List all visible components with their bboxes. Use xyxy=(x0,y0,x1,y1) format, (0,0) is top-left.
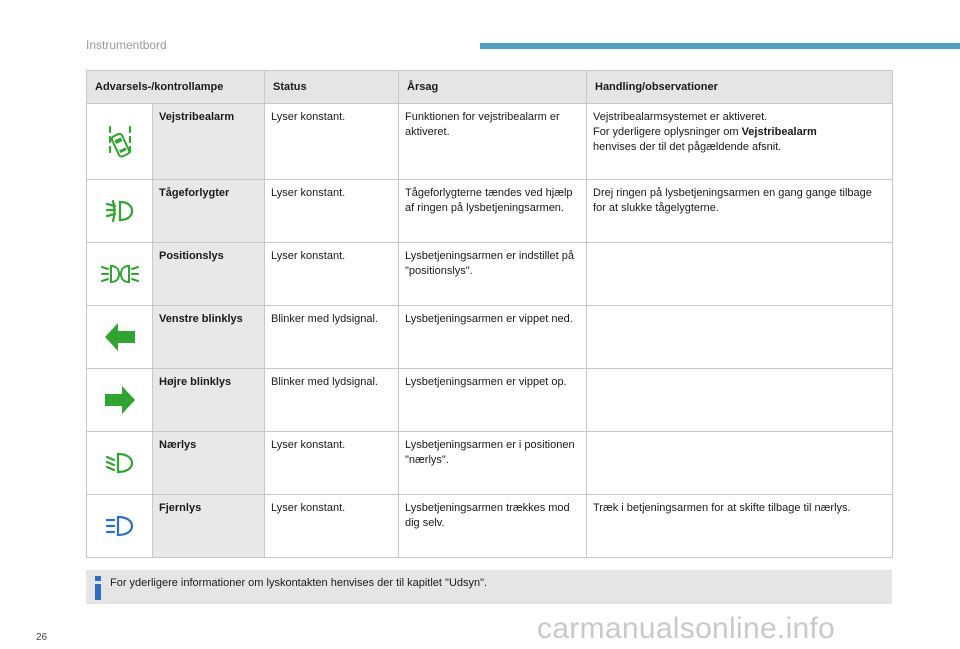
table-row: Fjernlys Lyser konstant. Lysbetjeningsar… xyxy=(86,494,893,558)
lamp-cause: Lysbetjeningsarmen trækkes mod dig selv. xyxy=(398,494,587,558)
column-header-lamp: Advarsels-/kontrollampe xyxy=(86,70,265,104)
lamp-name: Højre blinklys xyxy=(152,368,265,432)
column-header-action: Handling/observationer xyxy=(586,70,893,104)
lamp-status: Lyser konstant. xyxy=(264,103,399,180)
lamp-icon-cell xyxy=(86,494,153,558)
lamp-action xyxy=(586,431,893,495)
table-header-row: Advarsels-/kontrollampe Status Årsag Han… xyxy=(86,70,893,104)
lamp-icon-cell xyxy=(86,179,153,243)
lamp-name: Tågeforlygter xyxy=(152,179,265,243)
lamp-icon-cell xyxy=(86,103,153,180)
lamp-cause: Lysbetjeningsarmen er indstillet på "pos… xyxy=(398,242,587,306)
lamp-icon-cell xyxy=(86,305,153,369)
lamp-cause: Lysbetjeningsarmen er vippet ned. xyxy=(398,305,587,369)
high-beam-icon xyxy=(105,515,135,537)
lamp-status: Blinker med lydsignal. xyxy=(264,305,399,369)
page-number: 26 xyxy=(36,632,48,643)
lamp-icon-cell xyxy=(86,368,153,432)
lamp-action: Drej ringen på lysbetjeningsarmen en gan… xyxy=(586,179,893,243)
table-row: Positionslys Lyser konstant. Lysbetjenin… xyxy=(86,242,893,306)
lamp-name: Fjernlys xyxy=(152,494,265,558)
lamp-action: Træk i betjeningsarmen for at skifte til… xyxy=(586,494,893,558)
table-row: Nærlys Lyser konstant. Lysbetjeningsarme… xyxy=(86,431,893,495)
lamp-cause: Lysbetjeningsarmen er i positionen "nærl… xyxy=(398,431,587,495)
lamp-action xyxy=(586,305,893,369)
lamp-icon-cell xyxy=(86,242,153,306)
watermark: carmanualsonline.info xyxy=(537,612,836,645)
low-beam-icon xyxy=(105,452,135,474)
section-title: Instrumentbord xyxy=(86,38,167,52)
column-header-status: Status xyxy=(264,70,399,104)
info-text: For yderligere informationer om lyskonta… xyxy=(110,577,488,589)
lamp-status: Lyser konstant. xyxy=(264,242,399,306)
action-text-line2: For yderligere oplysninger om xyxy=(593,126,742,138)
lamp-status: Blinker med lydsignal. xyxy=(264,368,399,432)
lamp-status: Lyser konstant. xyxy=(264,494,399,558)
action-text-line3: henvises der til det pågældende afsnit. xyxy=(593,141,782,153)
position-lights-icon xyxy=(100,264,140,284)
lamp-name: Venstre blinklys xyxy=(152,305,265,369)
table-row: Vejstribealarm Lyser konstant. Funktione… xyxy=(86,103,893,180)
column-header-cause: Årsag xyxy=(398,70,587,104)
lamp-cause: Funktionen for vejstribealarm er aktiver… xyxy=(398,103,587,180)
right-turn-signal-icon xyxy=(103,386,137,414)
table-row: Venstre blinklys Blinker med lydsignal. … xyxy=(86,305,893,369)
lamp-name: Vejstribealarm xyxy=(152,103,265,180)
warning-lights-table: Advarsels-/kontrollampe Status Årsag Han… xyxy=(86,70,893,558)
lamp-action xyxy=(586,368,893,432)
section-accent-bar xyxy=(480,43,960,49)
action-text-bold-ref: Vejstribealarm xyxy=(741,126,817,138)
info-icon xyxy=(94,576,102,600)
left-turn-signal-icon xyxy=(103,323,137,351)
lamp-status: Lyser konstant. xyxy=(264,431,399,495)
lamp-action: Vejstribealarmsystemet er aktiveret. For… xyxy=(586,103,893,180)
lamp-status: Lyser konstant. xyxy=(264,179,399,243)
table-row: Højre blinklys Blinker med lydsignal. Ly… xyxy=(86,368,893,432)
table-row: Tågeforlygter Lyser konstant. Tågeforlyg… xyxy=(86,179,893,243)
lamp-cause: Lysbetjeningsarmen er vippet op. xyxy=(398,368,587,432)
lane-departure-icon xyxy=(107,125,133,158)
lamp-action xyxy=(586,242,893,306)
action-text-line1: Vejstribealarmsystemet er aktiveret. xyxy=(593,111,768,123)
front-fog-light-icon xyxy=(105,199,135,223)
lamp-name: Nærlys xyxy=(152,431,265,495)
lamp-name: Positionslys xyxy=(152,242,265,306)
lamp-icon-cell xyxy=(86,431,153,495)
lamp-cause: Tågeforlygterne tændes ved hjælp af ring… xyxy=(398,179,587,243)
info-note: For yderligere informationer om lyskonta… xyxy=(86,570,892,604)
